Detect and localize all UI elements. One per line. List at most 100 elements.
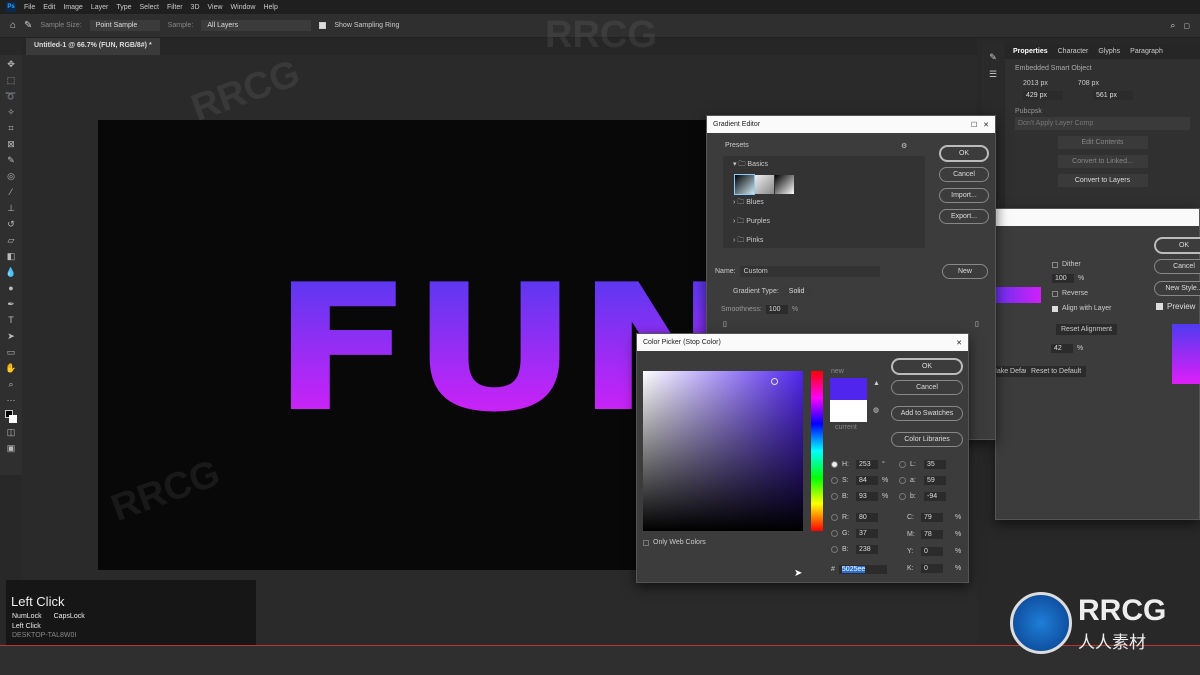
menu-edit[interactable]: Edit (43, 4, 55, 11)
eyedropper-icon[interactable]: ✎ (24, 20, 32, 31)
preview-checkbox[interactable] (1156, 303, 1163, 310)
lab-radio[interactable] (899, 493, 906, 500)
tab-character[interactable]: Character (1058, 48, 1089, 55)
pen-tool-icon[interactable]: ✒ (5, 298, 17, 311)
type-tool-icon[interactable]: T (5, 314, 17, 327)
menu-filter[interactable]: Filter (167, 4, 183, 11)
preset-swatch[interactable] (775, 175, 794, 194)
cmyk-field[interactable]: 78 (921, 530, 943, 539)
lab-field[interactable]: 35 (924, 460, 946, 469)
menu-help[interactable]: Help (263, 4, 277, 11)
new-style-button[interactable]: New Style... (1154, 281, 1200, 296)
more-tools-icon[interactable]: ⋯ (5, 394, 17, 407)
color-libraries-button[interactable]: Color Libraries (891, 432, 963, 447)
dither-checkbox[interactable] (1052, 261, 1058, 268)
folder-basics[interactable]: ▾ 🗀 Basics (723, 156, 925, 175)
only-web-colors-checkbox[interactable] (643, 539, 649, 546)
export-button[interactable]: Export... (939, 209, 989, 224)
layer-comp-select[interactable]: Don't Apply Layer Comp (1015, 117, 1190, 130)
hsb-radio[interactable] (831, 493, 838, 500)
x-field[interactable]: 429 px (1023, 91, 1063, 100)
tab-properties[interactable]: Properties (1013, 48, 1048, 55)
move-tool-icon[interactable]: ✥ (5, 58, 17, 71)
cmyk-field[interactable]: 79 (921, 513, 943, 522)
lab-radio[interactable] (899, 461, 906, 468)
menu-select[interactable]: Select (140, 4, 159, 11)
align-checkbox[interactable] (1052, 305, 1058, 312)
import-button[interactable]: Import... (939, 188, 989, 203)
frame-tool-icon[interactable]: ⊠ (5, 138, 17, 151)
gradient-swatch[interactable] (996, 287, 1041, 303)
hue-slider[interactable] (811, 371, 823, 531)
ok-button[interactable]: OK (1154, 237, 1200, 254)
preset-swatch[interactable] (734, 174, 755, 195)
cmyk-field[interactable]: 0 (921, 564, 943, 573)
lasso-tool-icon[interactable]: ➰ (5, 90, 17, 103)
cancel-button[interactable]: Cancel (1154, 259, 1200, 274)
hand-tool-icon[interactable]: ✋ (5, 362, 17, 375)
rgb-radio[interactable] (831, 530, 838, 537)
convert-linked-button[interactable]: Convert to Linked... (1057, 155, 1148, 168)
lab-field[interactable]: 59 (924, 476, 946, 485)
tab-glyphs[interactable]: Glyphs (1098, 48, 1120, 55)
color-swatches-icon[interactable] (5, 410, 17, 423)
close-icon[interactable]: ✕ (956, 339, 962, 347)
cancel-button[interactable]: Cancel (939, 167, 989, 182)
color-field-cursor[interactable] (771, 378, 778, 385)
search-icon[interactable]: ⌕ (1170, 20, 1175, 31)
color-field[interactable] (643, 371, 803, 531)
history-brush-icon[interactable]: ↺ (5, 218, 17, 231)
tab-paragraph[interactable]: Paragraph (1130, 48, 1163, 55)
gradient-tool-icon[interactable]: ◧ (5, 250, 17, 263)
dodge-tool-icon[interactable]: ● (5, 282, 17, 295)
quick-mask-icon[interactable]: ◫ (5, 426, 17, 439)
home-icon[interactable]: ⌂ (10, 20, 16, 31)
eyedropper-tool-icon[interactable]: ✎ (5, 154, 17, 167)
folder-blues[interactable]: › 🗀 Blues (723, 194, 925, 213)
y-field[interactable]: 561 px (1093, 91, 1133, 100)
current-color-swatch[interactable] (830, 400, 867, 422)
path-select-icon[interactable]: ➤ (5, 330, 17, 343)
stamp-tool-icon[interactable]: ⊥ (5, 202, 17, 215)
zoom-tool-icon[interactable]: ⌕ (5, 378, 17, 391)
reverse-checkbox[interactable] (1052, 290, 1058, 297)
menu-3d[interactable]: 3D (191, 4, 200, 11)
crop-tool-icon[interactable]: ⌗ (5, 122, 17, 135)
gradient-type-select[interactable]: Solid (782, 286, 813, 297)
sample-select[interactable]: All Layers (201, 20, 312, 31)
new-button[interactable]: New (942, 264, 988, 279)
menu-view[interactable]: View (208, 4, 223, 11)
height-value[interactable]: 708 px (1078, 80, 1099, 87)
brush-tool-icon[interactable]: ⁄ (5, 186, 17, 199)
blur-tool-icon[interactable]: 💧 (5, 266, 17, 279)
name-input[interactable]: Custom (739, 266, 880, 277)
brush-settings-icon[interactable]: ✎ (982, 52, 1004, 63)
rgb-field[interactable]: 37 (856, 529, 878, 538)
ok-button[interactable]: OK (891, 358, 963, 375)
hsb-radio[interactable] (831, 477, 838, 484)
smoothness-field[interactable]: 100 (765, 305, 788, 314)
rgb-radio[interactable] (831, 546, 838, 553)
workspace-icon[interactable]: ▢ (1183, 22, 1200, 30)
cmyk-field[interactable]: 0 (921, 547, 943, 556)
hex-input[interactable]: 5025ee (841, 566, 866, 573)
opacity-stop-left-icon[interactable]: ▯ (723, 320, 727, 328)
web-safe-warning-icon[interactable]: ◍ (873, 406, 879, 414)
add-to-swatches-button[interactable]: Add to Swatches (891, 406, 963, 421)
menu-file[interactable]: File (24, 4, 35, 11)
opacity-stop-right-icon[interactable]: ▯ (975, 320, 979, 328)
presets-gear-icon[interactable]: ⚙ (901, 142, 907, 150)
folder-purples[interactable]: › 🗀 Purples (723, 213, 925, 232)
document-tab[interactable]: Untitled-1 @ 66.7% (FUN, RGB/8#) * (26, 38, 160, 55)
preset-swatch[interactable] (755, 175, 774, 194)
menu-type[interactable]: Type (116, 4, 131, 11)
eraser-tool-icon[interactable]: ▱ (5, 234, 17, 247)
rgb-field[interactable]: 238 (856, 545, 878, 554)
menu-image[interactable]: Image (63, 4, 82, 11)
shape-tool-icon[interactable]: ▭ (5, 346, 17, 359)
opacity-field[interactable]: 100 (1052, 274, 1074, 283)
lab-field[interactable]: -94 (924, 492, 946, 501)
healing-tool-icon[interactable]: ◎ (5, 170, 17, 183)
ok-button[interactable]: OK (939, 145, 989, 162)
rgb-field[interactable]: 80 (856, 513, 878, 522)
